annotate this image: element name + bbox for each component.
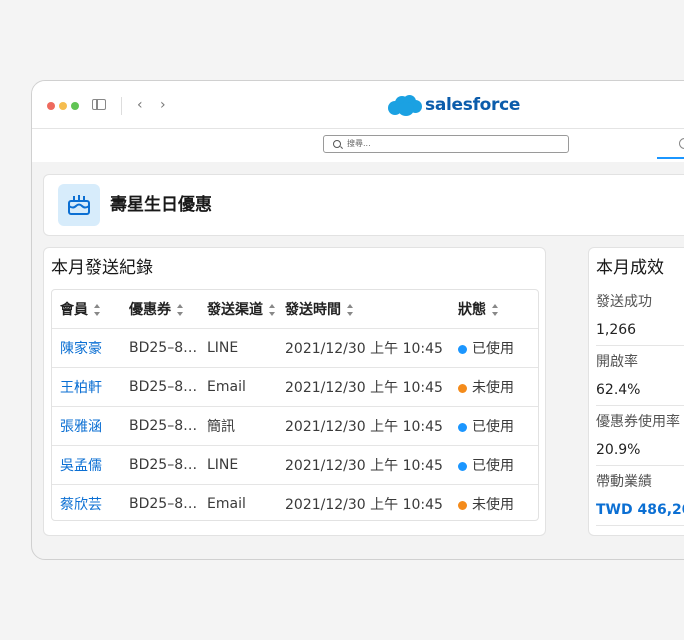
status-text: 未使用 [472,380,514,396]
brand-name: salesforce [425,95,521,115]
performance-card: 本月成效 發送成功 1,266 開啟率 62.4% 優惠券使用率 20.9% 帶… [588,247,684,536]
status-dot [458,462,467,471]
channel-cell: LINE [207,340,239,356]
divider [596,345,684,346]
time-cell: 2021/12/30 上午 10:45 [285,406,458,446]
back-button[interactable]: ‹ [137,95,143,115]
metric-value: TWD 486,200 [596,502,684,518]
status-dot [458,384,467,393]
table-row: 張雅涵 BD25–8… 簡訊 2021/12/30 上午 10:45 已使用 [52,406,538,446]
time-cell: 2021/12/30 上午 10:45 [285,367,458,407]
time-cell: 2021/12/30 上午 10:45 [285,445,458,485]
channel-cell: LINE [207,445,285,485]
member-link[interactable]: 蔡欣芸 [60,497,102,513]
toolbar-divider [121,97,122,115]
sort-icon[interactable] [492,304,499,316]
time-cell: 2021/12/30 上午 10:45 [285,341,443,357]
cloud-icon [388,94,422,116]
metric-label: 帶動業績 [596,474,652,490]
sort-icon[interactable] [347,304,354,316]
column-header-time[interactable]: 發送時間 [285,290,458,329]
column-header-status[interactable]: 狀態 [458,290,538,329]
status-text: 已使用 [472,341,514,357]
sidebar-toggle-icon[interactable] [92,99,106,110]
channel-cell: 簡訊 [207,406,285,446]
metric-sent: 發送成功 1,266 [596,293,684,339]
status-text: 未使用 [472,497,514,513]
column-header-member[interactable]: 會員 [52,290,129,329]
channel-cell: Email [207,484,285,520]
app-toolbar: 搜尋... [32,129,684,162]
member-link[interactable]: 王柏軒 [60,380,102,396]
metric-label: 發送成功 [596,294,652,310]
status-dot [458,423,467,432]
coupon-cell: BD25–8… [129,445,207,485]
table-row: 蔡欣芸 BD25–8… Email 2021/12/30 上午 10:45 未使… [52,484,538,520]
metric-coupon-rate: 優惠券使用率 20.9% [596,413,684,459]
coupon-cell: BD25–8… [129,406,207,446]
status-text: 已使用 [472,419,514,435]
table-row: 王柏軒 BD25–8… Email 2021/12/30 上午 10:45 未使… [52,367,538,407]
time-cell: 2021/12/30 上午 10:45 [285,484,458,520]
forward-button[interactable]: › [160,95,166,115]
status-dot [458,345,467,354]
coupon-cell: BD25–8… [129,484,207,520]
search-placeholder: 搜尋... [347,139,371,148]
records-table: 會員 優惠券 發送渠道 發送時間 狀態 陳家豪 BD25–8… LINE 202… [51,289,539,521]
member-link[interactable]: 張雅涵 [60,419,102,435]
help-icon[interactable] [679,138,684,149]
member-link[interactable]: 吳孟儒 [60,458,102,474]
metric-value: 1,266 [596,322,637,338]
close-window-button[interactable] [47,102,55,110]
metric-label: 開啟率 [596,354,638,370]
sort-icon[interactable] [177,304,184,316]
search-input[interactable]: 搜尋... [323,135,569,153]
divider [596,525,684,526]
table-row: 陳家豪 BD25–8… LINE 2021/12/30 上午 10:45 已使用 [52,329,538,368]
title-bar: ‹ › salesforce [32,81,684,129]
divider [596,405,684,406]
metric-open-rate: 開啟率 62.4% [596,353,684,399]
browser-window: ‹ › salesforce 搜尋... 壽星生日優惠 本月發送紀錄 會員 優惠… [31,80,684,560]
salesforce-logo: salesforce [388,93,520,117]
metric-value: 20.9% [596,442,641,458]
records-title: 本月發送紀錄 [51,258,153,278]
search-icon [333,140,341,148]
performance-title: 本月成效 [596,258,664,278]
page-title: 壽星生日優惠 [110,195,212,215]
metric-revenue: 帶動業績 TWD 486,200 [596,473,684,519]
channel-cell: Email [207,367,285,407]
sort-icon[interactable] [269,304,276,316]
metric-label: 優惠券使用率 [596,414,680,430]
metric-value: 62.4% [596,382,641,398]
birthday-cake-icon [58,184,100,226]
coupon-cell: BD25–8… [129,340,198,356]
maximize-window-button[interactable] [71,102,79,110]
sort-icon[interactable] [94,304,101,316]
coupon-cell: BD25–8… [129,367,207,407]
column-header-channel[interactable]: 發送渠道 [207,290,285,329]
status-text: 已使用 [472,458,514,474]
page-header: 壽星生日優惠 [43,174,684,236]
active-tab-indicator [657,157,684,159]
divider [596,465,684,466]
send-records-card: 本月發送紀錄 會員 優惠券 發送渠道 發送時間 狀態 陳家豪 BD25–8… L… [43,247,546,536]
column-header-coupon[interactable]: 優惠券 [129,290,207,329]
table-row: 吳孟儒 BD25–8… LINE 2021/12/30 上午 10:45 已使用 [52,445,538,485]
member-link[interactable]: 陳家豪 [60,341,102,357]
status-dot [458,501,467,510]
minimize-window-button[interactable] [59,102,67,110]
